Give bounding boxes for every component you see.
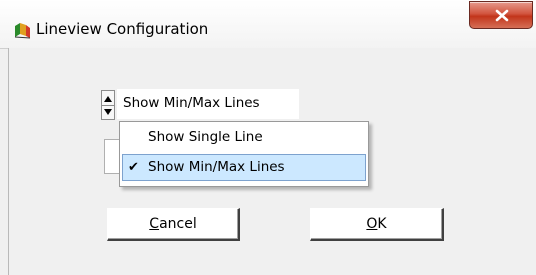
ok-label: K xyxy=(377,216,387,232)
spin-up-arrow-icon[interactable] xyxy=(102,91,114,106)
close-icon xyxy=(495,9,509,22)
window-title: Lineview Configuration xyxy=(36,20,209,38)
option-show-min-max-lines[interactable]: ✔ Show Min/Max Lines xyxy=(122,154,366,181)
option-show-single-line[interactable]: Show Single Line xyxy=(122,125,366,152)
display-mode-select[interactable]: Show Min/Max Lines xyxy=(117,89,299,119)
close-button[interactable] xyxy=(469,1,533,29)
option-label: Show Single Line xyxy=(148,129,263,145)
checkmark-icon: ✔ xyxy=(128,160,139,175)
ok-mnemonic: O xyxy=(366,216,378,232)
option-label: Show Min/Max Lines xyxy=(148,159,285,175)
obscured-checkbox[interactable] xyxy=(104,139,120,174)
spin-down-arrow-icon[interactable] xyxy=(102,105,114,119)
title-bar[interactable]: Lineview Configuration xyxy=(0,0,536,49)
display-mode-dropdown-list: Show Single Line ✔ Show Min/Max Lines xyxy=(119,121,369,187)
cancel-button[interactable]: Cancel xyxy=(107,208,240,241)
app-icon[interactable] xyxy=(12,20,32,40)
display-mode-spin-control[interactable] xyxy=(101,90,115,120)
cancel-label: ancel xyxy=(159,216,197,232)
lineview-configuration-window: Lineview Configuration Show Min/Max Line… xyxy=(0,0,536,275)
cancel-mnemonic: C xyxy=(149,216,160,232)
ok-button[interactable]: OK xyxy=(310,208,444,241)
